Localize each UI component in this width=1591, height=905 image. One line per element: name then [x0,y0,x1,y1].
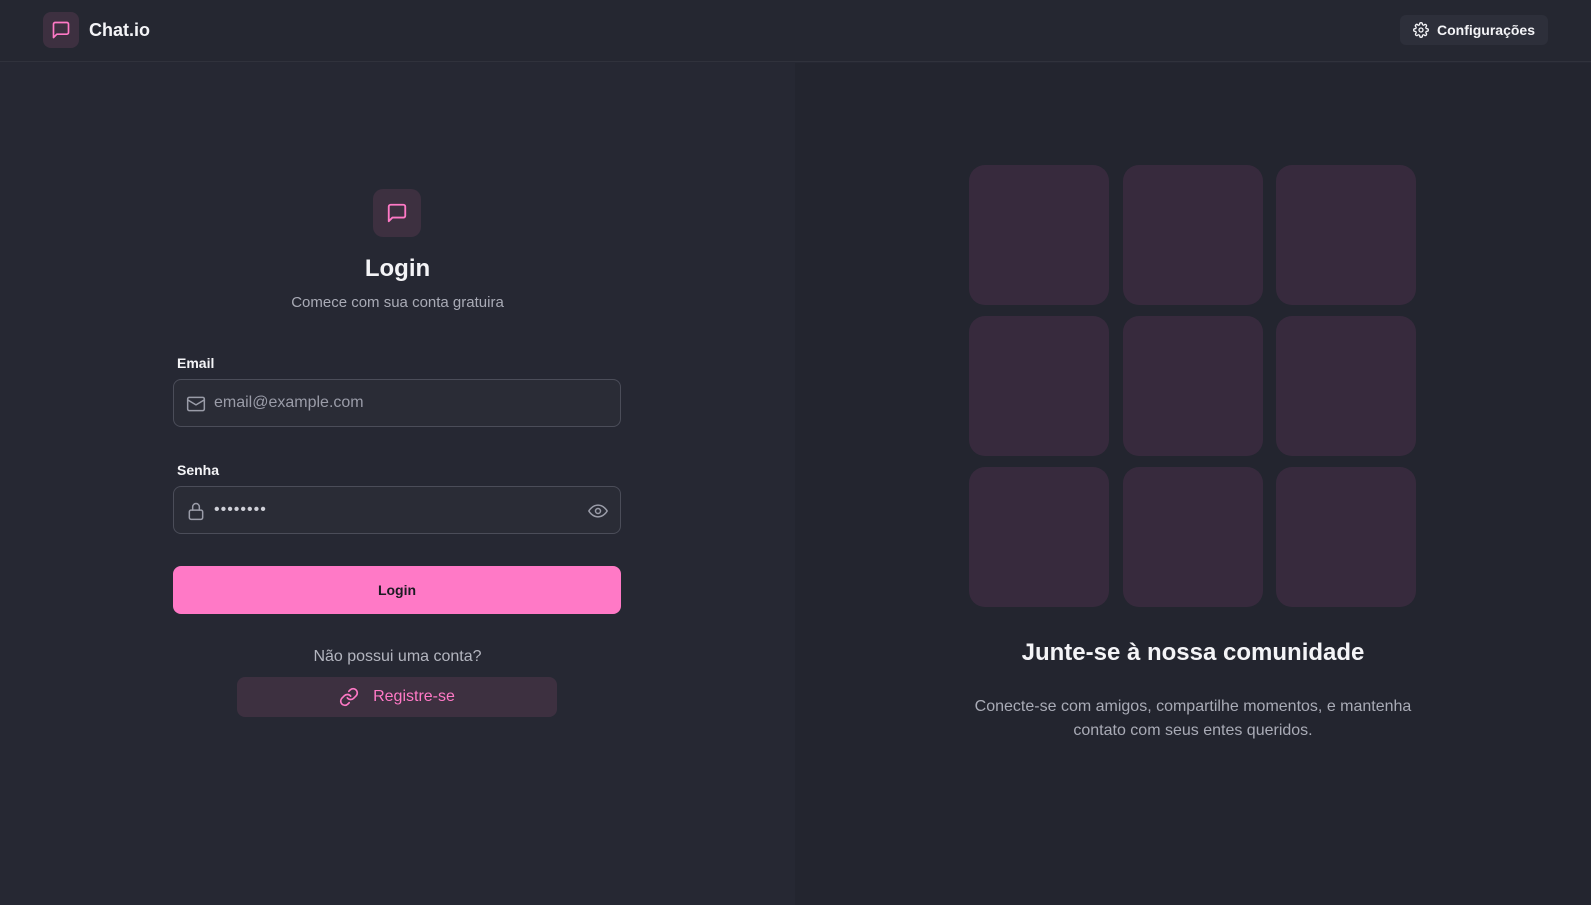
placeholder-tile [1276,316,1416,456]
register-button[interactable]: Registre-se [237,677,557,717]
register-label: Registre-se [373,688,455,705]
password-label: Senha [177,462,220,478]
email-input[interactable] [214,380,574,426]
login-submit-button[interactable]: Login [173,566,621,614]
settings-button[interactable]: Configurações [1399,15,1548,45]
placeholder-tile [969,467,1109,607]
email-field-wrapper [173,379,621,427]
placeholder-tile [1122,165,1263,305]
placeholder-tile [1276,165,1416,305]
no-account-text: Não possui uma conta? [313,648,482,665]
eye-icon [588,501,610,521]
placeholder-tile [969,316,1109,456]
brand[interactable]: Chat.io [43,12,150,48]
promo-title: Junte-se à nossa comunidade [1021,639,1365,666]
placeholder-tile [969,165,1109,305]
promo-text: Conecte-se com amigos, compartilhe momen… [974,698,1412,739]
settings-label: Configurações [1436,22,1535,38]
email-label: Email [177,355,215,371]
brand-name: Chat.io [89,19,150,40]
placeholder-tile [1276,467,1416,607]
top-navbar: Chat.io Configurações [0,0,1591,62]
link-icon [339,687,359,707]
placeholder-tile [1122,316,1263,456]
toggle-password-visibility-button[interactable] [588,500,610,522]
login-panel: Login Comece com sua conta gratuira Emai… [0,63,795,905]
message-square-icon [373,189,421,237]
promo-panel: Junte-se à nossa comunidade Conecte-se c… [795,63,1591,905]
lock-icon [186,501,206,521]
mail-icon [186,394,206,414]
message-square-icon [43,12,79,48]
password-field-wrapper [173,486,621,534]
placeholder-tile [1122,467,1263,607]
login-title: Login [364,255,431,282]
password-input[interactable] [214,487,574,533]
login-subtitle: Comece com sua conta gratuira [291,294,504,311]
tile-grid [969,165,1416,607]
gear-icon [1413,22,1429,38]
